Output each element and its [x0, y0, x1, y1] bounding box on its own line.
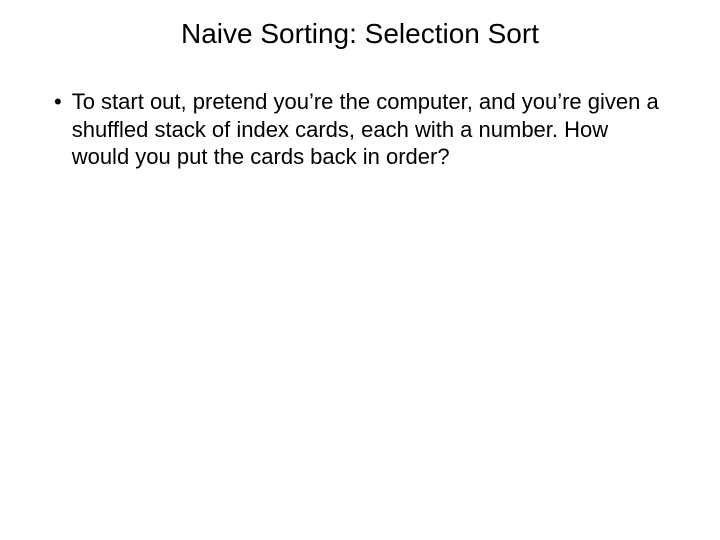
slide-body: • To start out, pretend you’re the compu… — [50, 88, 670, 171]
bullet-marker-icon: • — [54, 88, 62, 116]
bullet-item: • To start out, pretend you’re the compu… — [54, 88, 670, 171]
bullet-text: To start out, pretend you’re the compute… — [72, 88, 670, 171]
slide-title: Naive Sorting: Selection Sort — [90, 18, 630, 50]
slide: Naive Sorting: Selection Sort • To start… — [0, 0, 720, 540]
